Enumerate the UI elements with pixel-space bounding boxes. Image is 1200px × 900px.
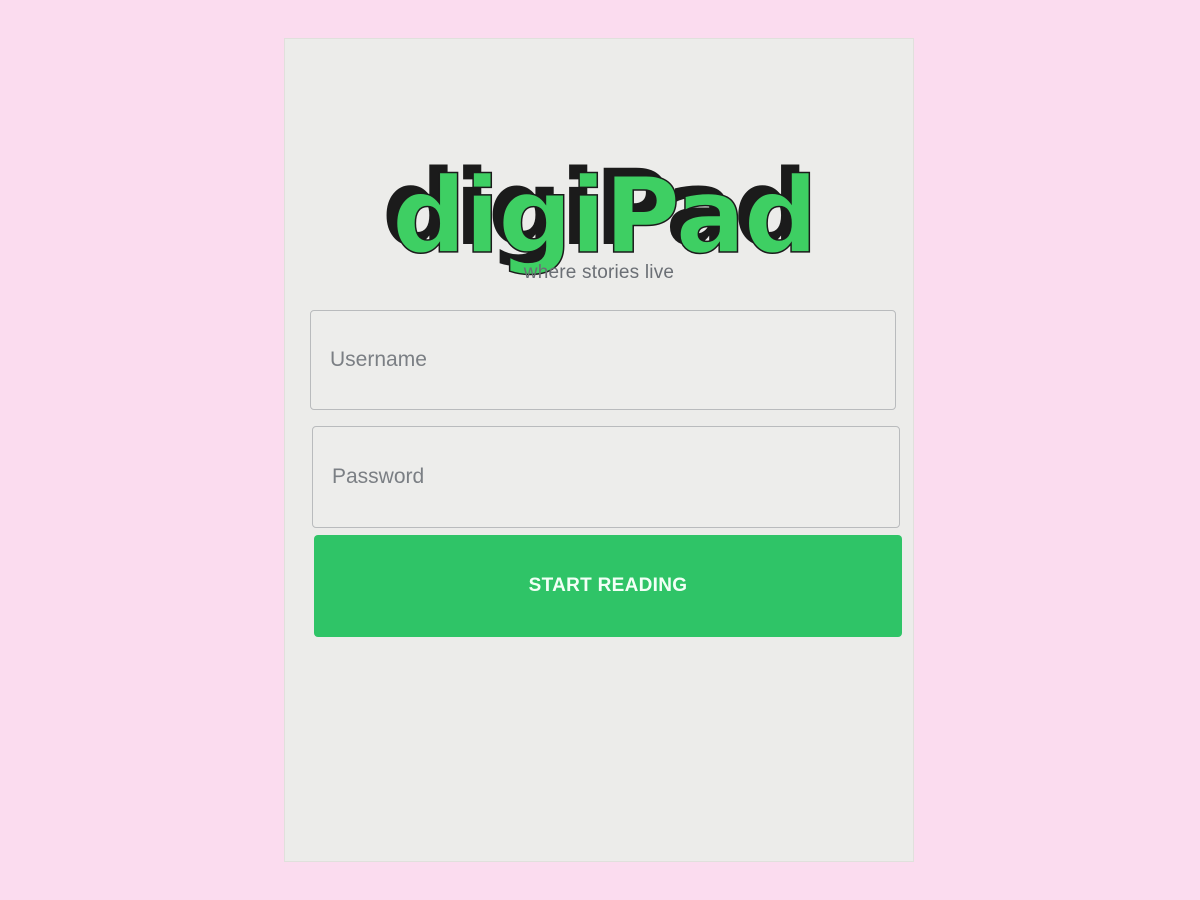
username-field[interactable]: Username bbox=[310, 310, 896, 410]
logo-text: digiPad bbox=[392, 155, 816, 277]
login-screen: digiPad digiPad where stories live Usern… bbox=[284, 38, 914, 862]
start-reading-label: START READING bbox=[528, 575, 688, 596]
password-placeholder: Password bbox=[332, 465, 425, 488]
tagline: where stories live bbox=[523, 262, 675, 283]
app-logo: digiPad digiPad bbox=[382, 147, 819, 278]
username-placeholder: Username bbox=[330, 348, 427, 371]
start-reading-button[interactable]: START READING bbox=[314, 535, 902, 637]
password-field[interactable]: Password bbox=[312, 426, 900, 528]
